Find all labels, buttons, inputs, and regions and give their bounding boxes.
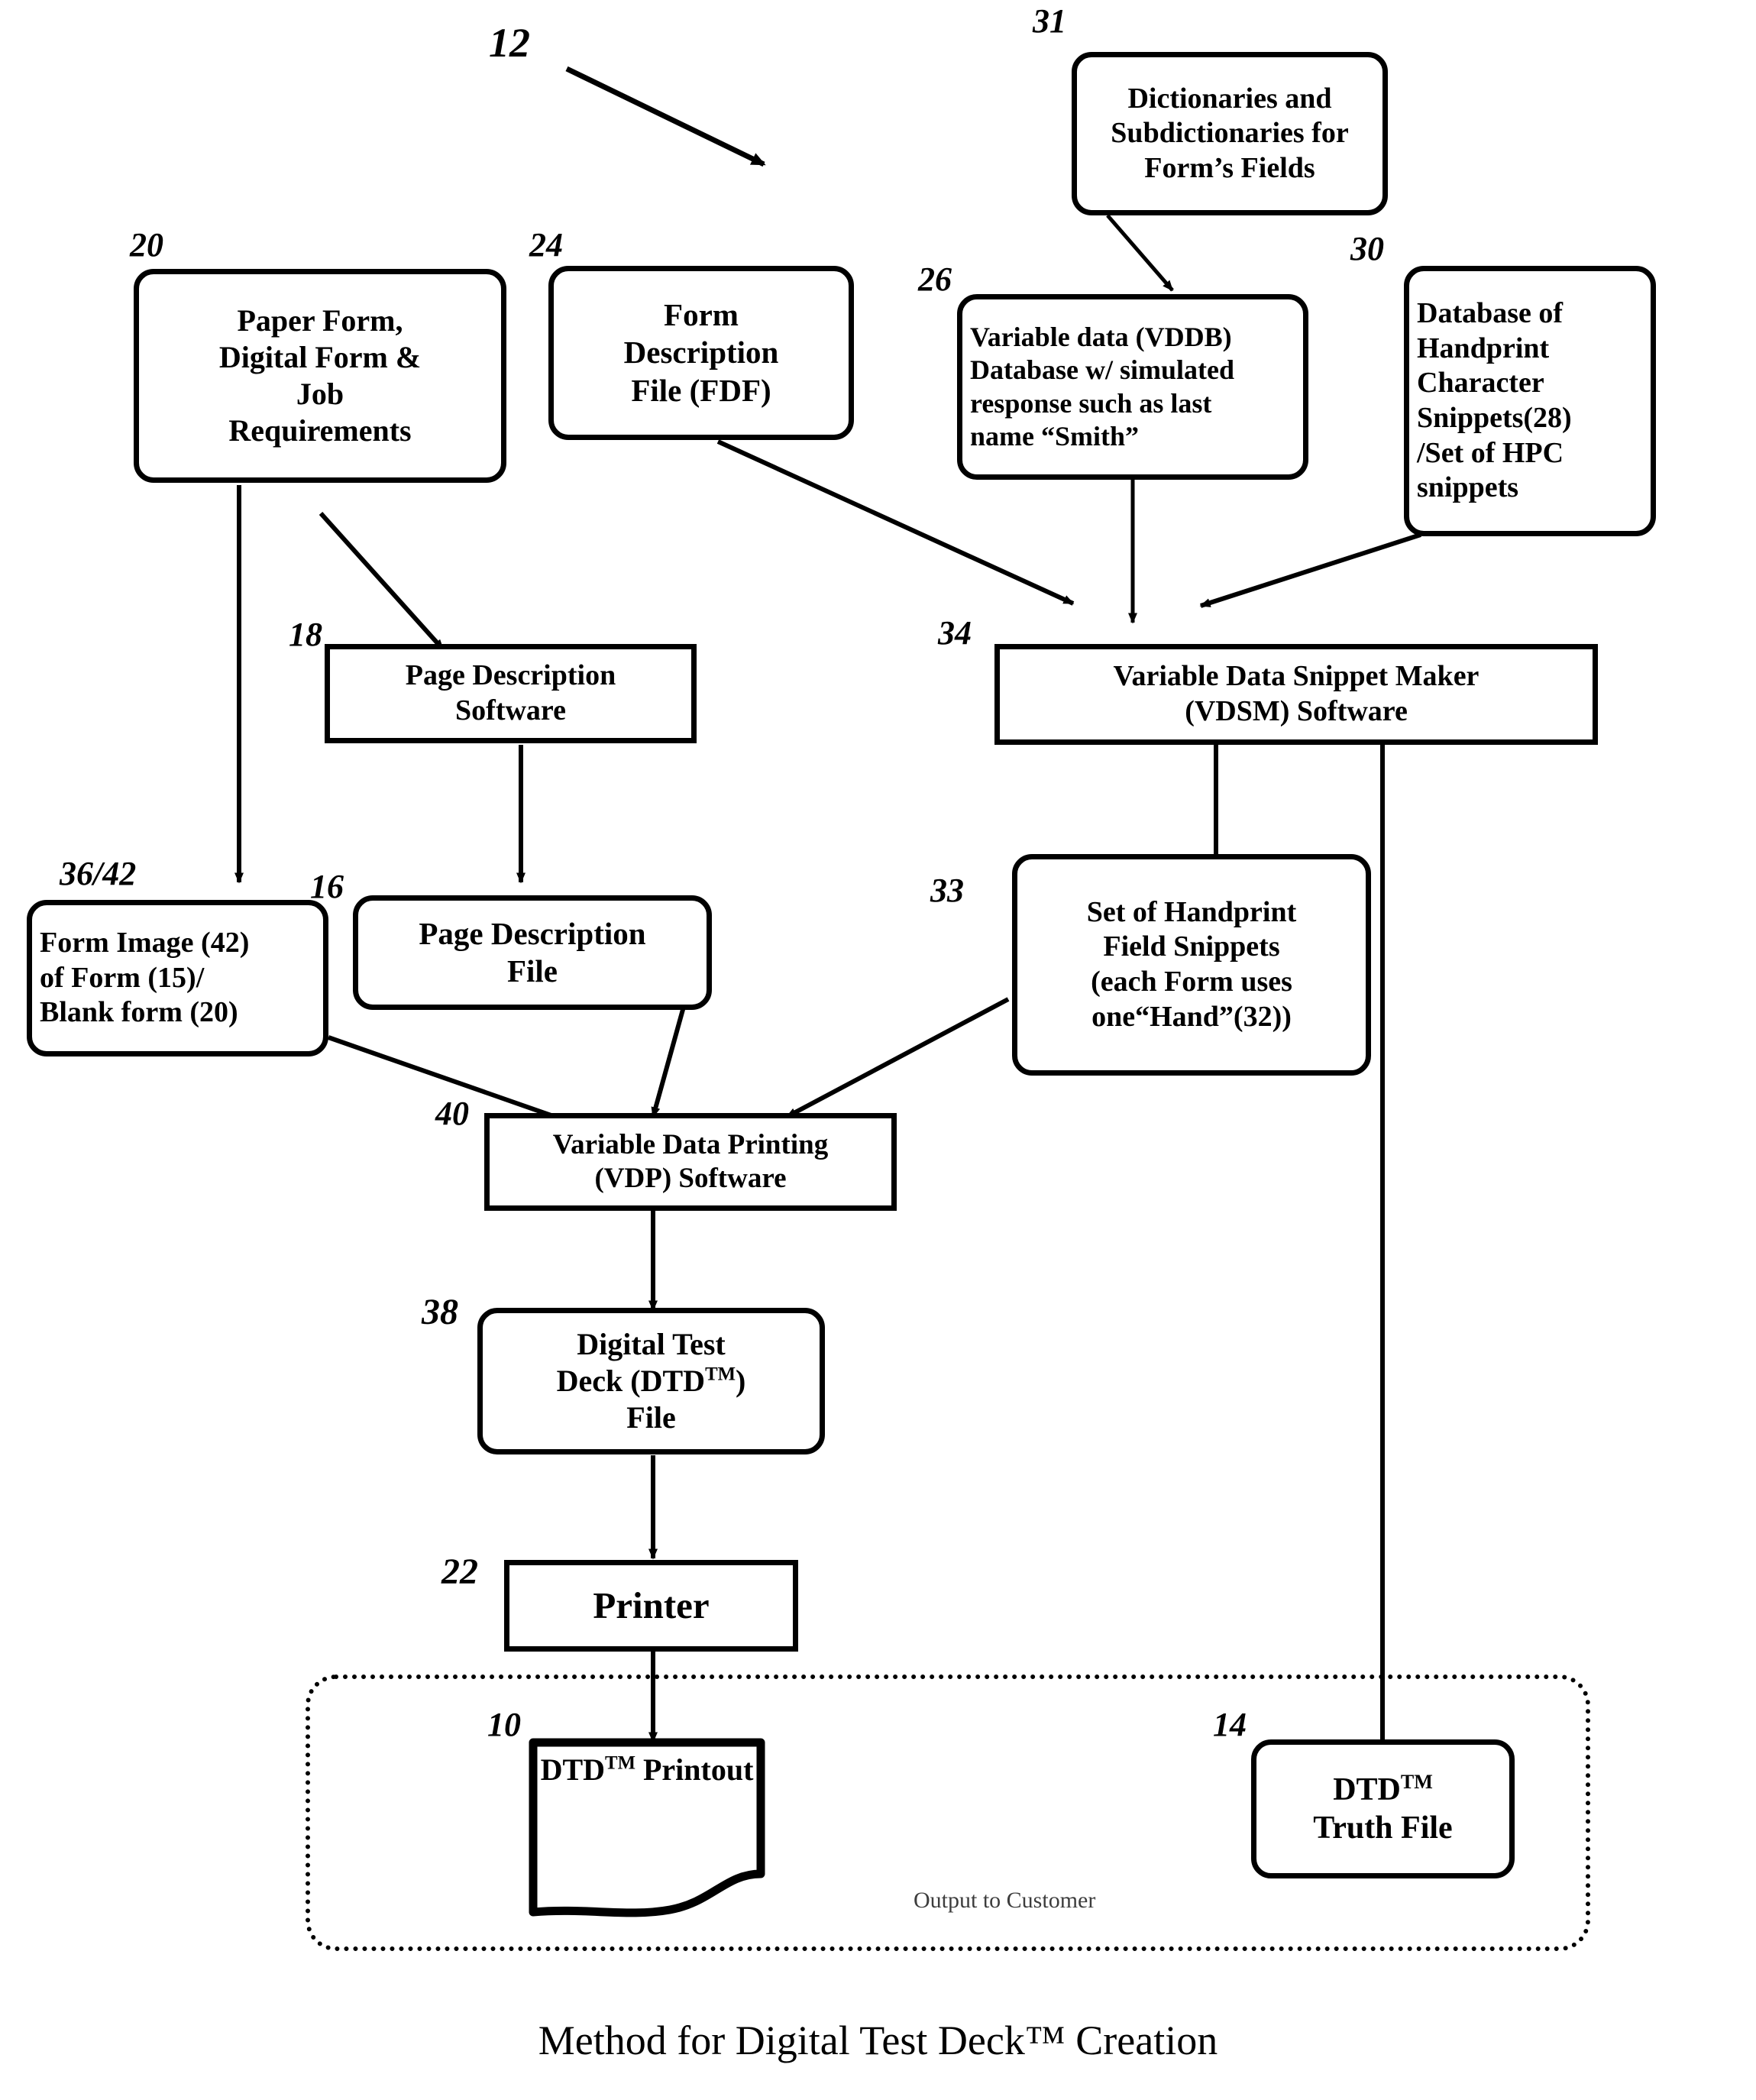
ref-31: 31 [1033, 2, 1066, 40]
node-formimage-line-1: Form Image (42) [40, 927, 250, 959]
node-pagedescfile-line-2: File [506, 953, 558, 989]
node-dtdtruth-line-2: Truth File [1313, 1810, 1453, 1846]
node-digital-test-deck-file[interactable]: Digital Test Deck (DTDTM) File [477, 1308, 825, 1454]
ref-38: 38 [422, 1292, 458, 1332]
node-dtd-truth-file[interactable]: DTDTM Truth File [1251, 1739, 1515, 1878]
ref-12: 12 [489, 20, 530, 66]
node-paper-form-line-1: Paper Form, [237, 303, 403, 338]
node-pagedescfile-line-1: Page Description [419, 915, 646, 951]
node-handprint-character-database[interactable]: Database of Handprint Character Snippets… [1404, 266, 1656, 536]
node-paper-form-line-2: Digital Form & [218, 340, 422, 374]
node-hpcdb-line-3: Character [1417, 367, 1544, 400]
node-form-image[interactable]: Form Image (42) of Form (15)/ Blank form… [27, 900, 328, 1056]
arrow-handprintsnippets-to-vdp [785, 997, 1010, 1119]
node-hpsnippets-line-4: one“Hand”(32)) [1091, 1000, 1292, 1033]
node-vdp-software[interactable]: Variable Data Printing (VDP) Software [484, 1113, 897, 1211]
trademark-superscript: TM [705, 1364, 736, 1385]
node-printer-label: Printer [593, 1584, 710, 1626]
node-fdf-line-3: File (FDF) [631, 372, 771, 408]
ref-10: 10 [487, 1706, 521, 1743]
node-hpcdb-line-5: /Set of HPC [1417, 436, 1564, 469]
node-hpcdb-line-2: Handprint [1417, 332, 1550, 364]
node-fdf-line-2: Description [623, 335, 779, 370]
node-paper-form-line-3: Job [296, 377, 344, 411]
arrow-hpcdatabase-to-vdsm [1199, 532, 1421, 608]
patent-figure-canvas: Output to Customer 12 31 20 24 26 30 18 … [0, 0, 1756, 2100]
node-hpcdb-line-4: Snippets(28) [1417, 402, 1572, 434]
node-vdp-line-2: (VDP) Software [594, 1163, 787, 1194]
ref-36-42: 36/42 [60, 855, 137, 892]
node-hpsnippets-line-1: Set of Handprint [1086, 895, 1297, 928]
node-hpsnippets-line-2: Field Snippets [1103, 930, 1280, 963]
ref-24: 24 [529, 226, 563, 264]
node-dictionaries-subdictionaries[interactable]: Dictionaries and Subdictionaries for For… [1072, 52, 1388, 215]
node-vdsm-software[interactable]: Variable Data Snippet Maker (VDSM) Softw… [994, 644, 1598, 745]
node-page-description-software[interactable]: Page Description Software [325, 644, 697, 743]
arrow-paperform-to-pagedescsoftware [319, 511, 445, 652]
arrow-dictionaries-to-vddb [1106, 214, 1174, 292]
node-vddb-line-1: Variable data (VDDB) [970, 322, 1232, 353]
node-page-description-file[interactable]: Page Description File [353, 895, 712, 1010]
ref-34: 34 [938, 614, 972, 652]
node-dictionaries-line-2: Subdictionaries for [1111, 117, 1349, 150]
node-dtdfile-line-2: Deck (DTDTM) [556, 1364, 746, 1398]
ref-20: 20 [130, 226, 163, 264]
arrow-pagedescfile-to-vdp [651, 1006, 686, 1118]
node-form-description-file[interactable]: Form Description File (FDF) [548, 266, 854, 440]
node-hpcdb-line-6: snippets [1417, 471, 1519, 504]
ref-22: 22 [441, 1552, 478, 1592]
node-dictionaries-line-1: Dictionaries and [1127, 82, 1332, 115]
node-formimage-line-3: Blank form (20) [40, 996, 238, 1029]
node-vddb-line-2: Database w/ simulated [970, 354, 1235, 386]
node-vdsm-line-1: Variable Data Snippet Maker [1113, 660, 1480, 693]
node-fdf-line-1: Form [664, 297, 739, 333]
node-formimage-line-2: of Form (15)/ [40, 961, 205, 994]
node-dtdprintout-line-1: DTDTM [540, 1752, 635, 1787]
node-dtdprintout-line-2: Printout [642, 1752, 754, 1787]
ref-40: 40 [435, 1095, 469, 1132]
ref-30: 30 [1350, 230, 1384, 267]
node-paper-form-job-requirements[interactable]: Paper Form, Digital Form & Job Requireme… [134, 269, 506, 483]
figure-pointer-arrow [565, 66, 766, 167]
ref-26: 26 [918, 260, 952, 298]
node-dtdfile-line-1: Digital Test [577, 1327, 726, 1361]
node-paper-form-line-4: Requirements [228, 413, 412, 448]
output-to-customer-label: Output to Customer [914, 1888, 1096, 1913]
node-dtd-printout[interactable]: DTDTM Printout [529, 1738, 765, 1921]
node-dtdtruth-line-1: DTDTM [1333, 1770, 1433, 1807]
ref-18: 18 [289, 616, 322, 653]
node-vddb-line-4: name “Smith” [970, 420, 1140, 451]
node-vdp-line-1: Variable Data Printing [552, 1128, 829, 1160]
node-variable-data-database[interactable]: Variable data (VDDB) Database w/ simulat… [957, 294, 1308, 480]
node-pagedescsw-line-2: Software [455, 694, 566, 726]
node-printer[interactable]: Printer [504, 1560, 798, 1652]
node-hpsnippets-line-3: (each Form uses [1091, 966, 1292, 998]
ref-14: 14 [1213, 1706, 1247, 1743]
node-dictionaries-line-3: Form’s Fields [1144, 151, 1315, 184]
node-handprint-field-snippets[interactable]: Set of Handprint Field Snippets (each Fo… [1012, 854, 1371, 1076]
figure-caption: Method for Digital Test Deck™ Creation [538, 2017, 1218, 2063]
trademark-superscript: TM [605, 1752, 635, 1774]
ref-16: 16 [310, 868, 344, 905]
ref-33: 33 [930, 872, 964, 909]
node-vddb-line-3: response such as last [970, 387, 1212, 419]
node-pagedescsw-line-1: Page Description [405, 659, 616, 692]
trademark-superscript: TM [1400, 1770, 1433, 1793]
node-hpcdb-line-1: Database of [1417, 297, 1564, 330]
node-vdsm-line-2: (VDSM) Software [1185, 695, 1408, 727]
node-dtdfile-line-3: File [626, 1400, 676, 1435]
